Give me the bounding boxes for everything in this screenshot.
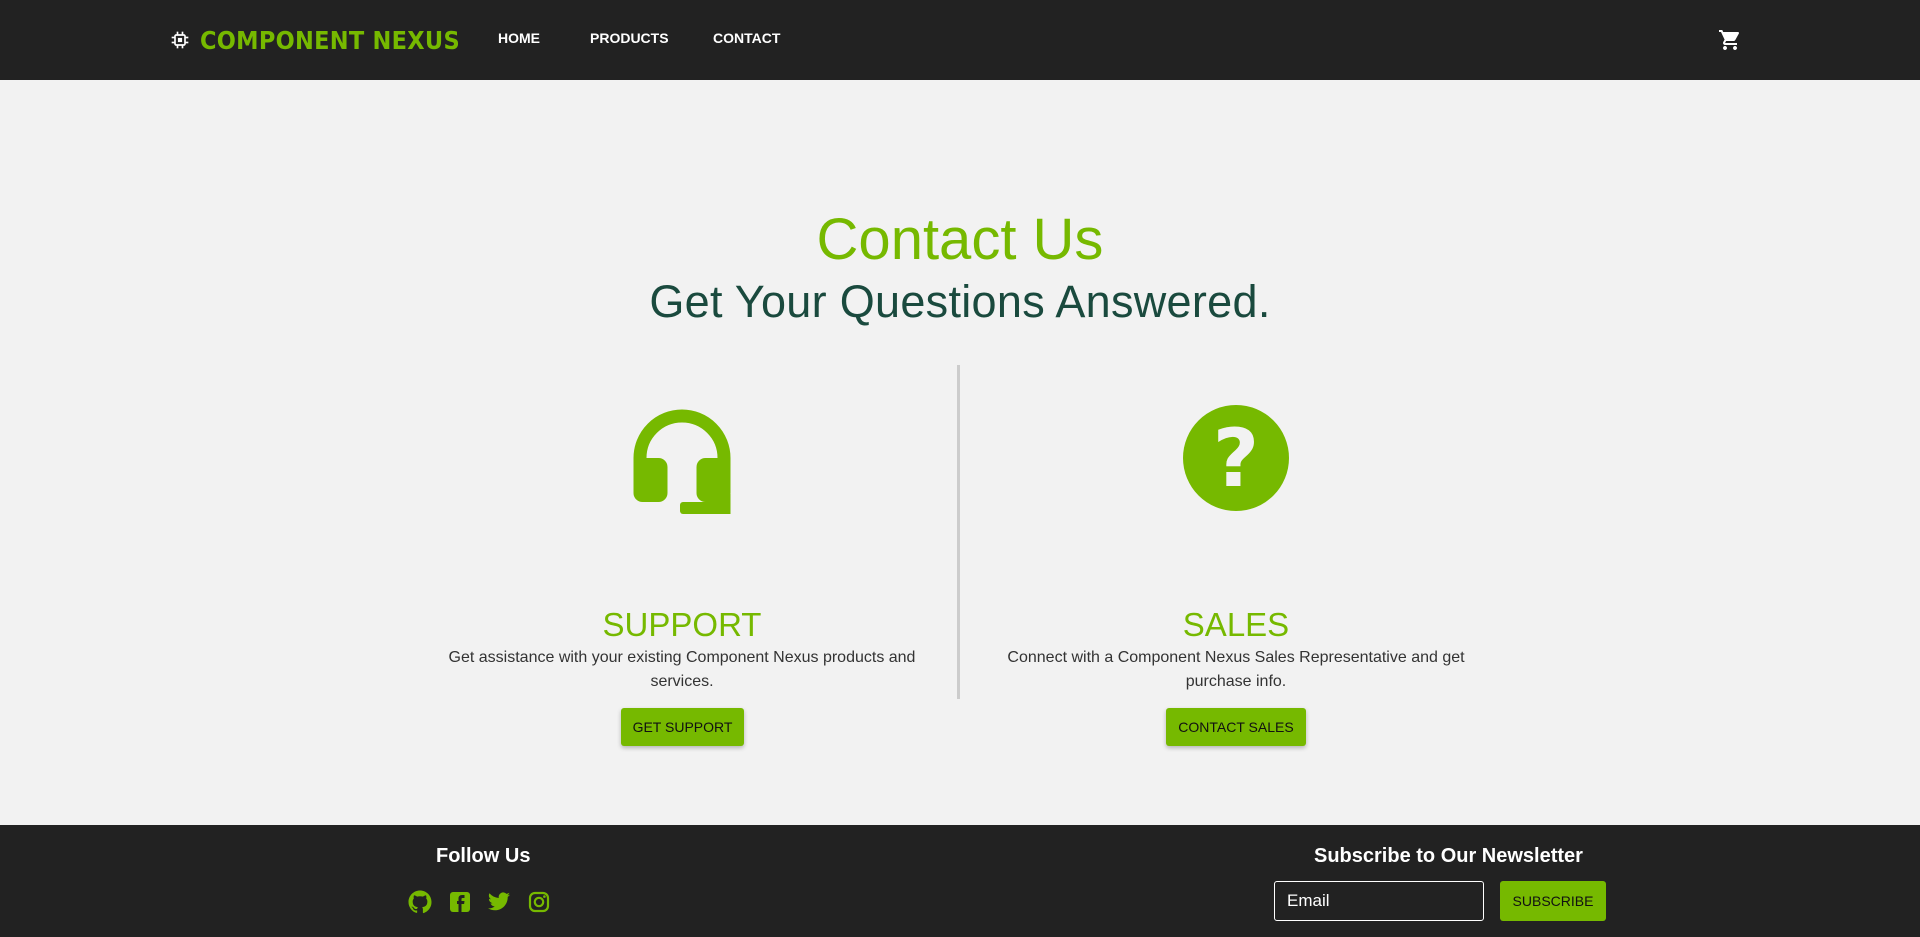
- sales-description: Connect with a Component Nexus Sales Rep…: [1007, 649, 1465, 690]
- chip-icon: [171, 31, 189, 49]
- newsletter-heading: Subscribe to Our Newsletter: [1314, 845, 1583, 867]
- nav-contact-link[interactable]: CONTACT: [713, 30, 780, 46]
- twitter-icon[interactable]: [487, 890, 511, 914]
- vertical-divider: [957, 365, 960, 699]
- instagram-icon[interactable]: [527, 890, 551, 914]
- contact-section: Contact Us Get Your Questions Answered. …: [0, 80, 1920, 825]
- page-title: Contact Us: [816, 207, 1104, 272]
- footer: Follow Us Subscribe to Our Newsletter SU…: [0, 825, 1920, 937]
- question-circle-icon: ?: [1183, 405, 1289, 511]
- page-subtitle: Get Your Questions Answered.: [649, 276, 1271, 327]
- top-navbar: COMPONENT NEXUS HOME PRODUCTS CONTACT: [0, 0, 1920, 80]
- subscribe-button[interactable]: SUBSCRIBE: [1500, 881, 1606, 921]
- support-description: Get assistance with your existing Compon…: [448, 649, 916, 690]
- shopping-cart-icon[interactable]: [1718, 28, 1742, 52]
- headset-icon: [633, 409, 731, 514]
- brand-name: COMPONENT NEXUS: [200, 25, 460, 55]
- follow-us-heading: Follow Us: [436, 845, 531, 867]
- newsletter-email-input[interactable]: [1274, 881, 1484, 921]
- brand-logo-link[interactable]: COMPONENT NEXUS: [170, 24, 489, 56]
- sales-title: SALES: [1182, 606, 1290, 643]
- svg-text:?: ?: [1213, 412, 1259, 505]
- support-title: SUPPORT: [602, 606, 762, 643]
- github-icon[interactable]: [408, 890, 432, 914]
- contact-sales-button[interactable]: CONTACT SALES: [1166, 708, 1306, 746]
- nav-products-link[interactable]: PRODUCTS: [590, 30, 669, 46]
- get-support-button[interactable]: GET SUPPORT: [621, 708, 744, 746]
- facebook-icon[interactable]: [448, 890, 472, 914]
- nav-home-link[interactable]: HOME: [498, 30, 540, 46]
